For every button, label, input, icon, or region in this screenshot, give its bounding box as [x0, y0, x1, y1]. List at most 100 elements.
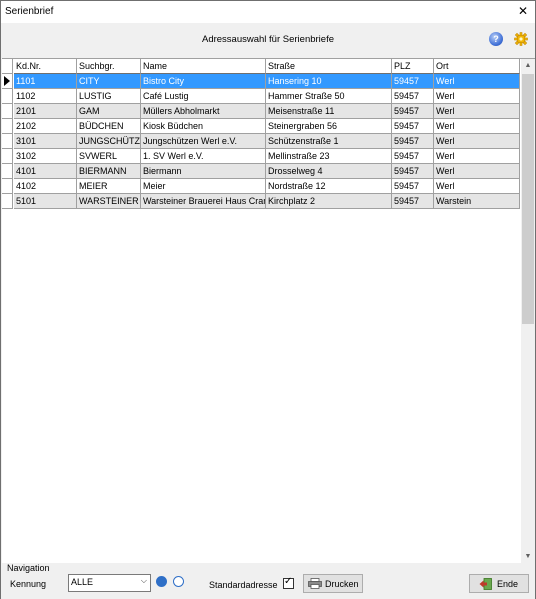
table-cell: Bistro City: [141, 74, 266, 89]
table-cell: Meisenstraße 11: [266, 104, 392, 119]
grid-header-row: Kd.Nr. Suchbgr. Name Straße PLZ Ort: [2, 59, 520, 74]
table-row[interactable]: 2101 GAM Müllers Abholmarkt Meisenstraße 11…: [2, 104, 520, 119]
scroll-up-icon[interactable]: ▲: [521, 59, 535, 73]
table-cell: 59457: [392, 149, 434, 164]
row-indicator: [2, 59, 13, 74]
table-cell: 59457: [392, 194, 434, 209]
table-cell: Werl: [434, 134, 520, 149]
table-cell: Werl: [434, 164, 520, 179]
kennung-label: Kennung: [10, 579, 47, 589]
scrollbar-thumb[interactable]: [522, 74, 534, 324]
column-header[interactable]: Suchbgr.: [77, 59, 141, 74]
table-cell: 59457: [392, 164, 434, 179]
page-title: Adressauswahl für Serienbriefe: [201, 34, 334, 45]
table-cell: 3102: [14, 149, 77, 164]
table-cell: LUSTIG: [77, 89, 141, 104]
print-button[interactable]: Drucken: [303, 574, 363, 593]
end-button[interactable]: Ende: [469, 574, 529, 593]
table-cell: 59457: [392, 179, 434, 194]
table-cell: Drosselweg 4: [266, 164, 392, 179]
table-cell: 1. SV Werl e.V.: [141, 149, 266, 164]
table-cell: CITY: [77, 74, 141, 89]
kennung-select-value: ALLE: [71, 577, 94, 587]
table-cell: 59457: [392, 89, 434, 104]
table-cell: Nordstraße 12: [266, 179, 392, 194]
row-indicator: [2, 104, 13, 119]
table-cell: 2102: [14, 119, 77, 134]
table-cell: BIERMANN: [77, 164, 141, 179]
table-cell: Schützenstraße 1: [266, 134, 392, 149]
gear-icon[interactable]: [514, 32, 528, 46]
scroll-down-icon[interactable]: ▼: [521, 550, 535, 564]
table-cell: GAM: [77, 104, 141, 119]
table-cell: Werl: [434, 74, 520, 89]
table-cell: Werl: [434, 104, 520, 119]
column-header[interactable]: Name: [141, 59, 266, 74]
table-cell: Hammer Straße 50: [266, 89, 392, 104]
table-cell: Meier: [141, 179, 266, 194]
check-icon: ✓: [284, 576, 293, 587]
row-indicator: [2, 179, 13, 194]
table-row[interactable]: 1102 LUSTIG Café Lustig Hammer Straße 50 594…: [2, 89, 520, 104]
column-header[interactable]: Straße: [266, 59, 392, 74]
table-cell: 59457: [392, 134, 434, 149]
table-cell: Werl: [434, 89, 520, 104]
window-title: Serienbrief: [5, 6, 54, 17]
table-row[interactable]: 3102 SVWERL 1. SV Werl e.V. Mellinstraße 23…: [2, 149, 520, 164]
standardadresse-label: Standardadresse: [209, 580, 278, 590]
table-cell: Hansering 10: [266, 74, 392, 89]
navigation-label: Navigation: [7, 563, 50, 573]
end-button-label: Ende: [497, 579, 519, 589]
table-cell: Werl: [434, 179, 520, 194]
column-header[interactable]: PLZ: [392, 59, 434, 74]
table-row[interactable]: 3101 JUNGSCHÜTZ Jungschützen Werl e.V. Schü…: [2, 134, 520, 149]
table-cell: 59457: [392, 119, 434, 134]
table-cell: Warstein: [434, 194, 520, 209]
header: Adressauswahl für Serienbriefe ?: [1, 23, 535, 57]
column-header[interactable]: Ort: [434, 59, 520, 74]
close-icon[interactable]: ✕: [513, 2, 533, 20]
table-cell: 3101: [14, 134, 77, 149]
table-cell: Steinergraben 56: [266, 119, 392, 134]
table-cell: 59457: [392, 104, 434, 119]
row-indicator: [2, 134, 13, 149]
table-cell: Jungschützen Werl e.V.: [141, 134, 266, 149]
address-grid[interactable]: Kd.Nr. Suchbgr. Name Straße PLZ Ort 1101 CITY Bi…: [2, 58, 535, 564]
table-cell: 1101: [14, 74, 77, 89]
bottom-panel: Navigation Kennung ALLE ⌵ Standardadress…: [1, 563, 535, 599]
table-row[interactable]: 5101 WARSTEINER Warsteiner Brauerei Haus C…: [2, 194, 520, 209]
table-cell: 2101: [14, 104, 77, 119]
table-cell: Café Lustig: [141, 89, 266, 104]
table-row[interactable]: 2102 BÜDCHEN Kiosk Büdchen Steinergraben 56…: [2, 119, 520, 134]
radio-option-2[interactable]: [173, 576, 184, 587]
row-indicator: [2, 74, 13, 89]
exit-icon: [479, 578, 492, 590]
table-cell: 59457: [392, 74, 434, 89]
serienbrief-window: Serienbrief ✕ Adressauswahl für Serienbr…: [0, 0, 536, 599]
row-indicator: [2, 164, 13, 179]
help-icon[interactable]: ?: [489, 32, 503, 46]
standardadresse-checkbox[interactable]: ✓: [283, 576, 294, 589]
table-cell: Mellinstraße 23: [266, 149, 392, 164]
table-cell: MEIER: [77, 179, 141, 194]
radio-option-1[interactable]: [156, 576, 167, 587]
title-bar: Serienbrief ✕: [1, 1, 535, 23]
current-row-arrow-icon: [4, 76, 10, 86]
table-cell: SVWERL: [77, 149, 141, 164]
row-indicator: [2, 119, 13, 134]
chevron-down-icon: ⌵: [140, 576, 147, 585]
table-cell: BÜDCHEN: [77, 119, 141, 134]
table-cell: Werl: [434, 119, 520, 134]
table-cell: Warsteiner Brauerei Haus Cram: [141, 194, 266, 209]
table-row[interactable]: 4101 BIERMANN Biermann Drosselweg 4 59457 Wer…: [2, 164, 520, 179]
table-row[interactable]: 1101 CITY Bistro City Hansering 10 59457 Werl: [2, 74, 520, 89]
column-header[interactable]: Kd.Nr.: [14, 59, 77, 74]
table-cell: 4102: [14, 179, 77, 194]
table-row[interactable]: 4102 MEIER Meier Nordstraße 12 59457 Werl: [2, 179, 520, 194]
printer-icon: [308, 578, 322, 589]
table-cell: 5101: [14, 194, 77, 209]
table-cell: 1102: [14, 89, 77, 104]
table-cell: Müllers Abholmarkt: [141, 104, 266, 119]
kennung-select[interactable]: ALLE ⌵: [68, 574, 151, 592]
vertical-scrollbar[interactable]: ▲ ▼: [521, 59, 535, 564]
